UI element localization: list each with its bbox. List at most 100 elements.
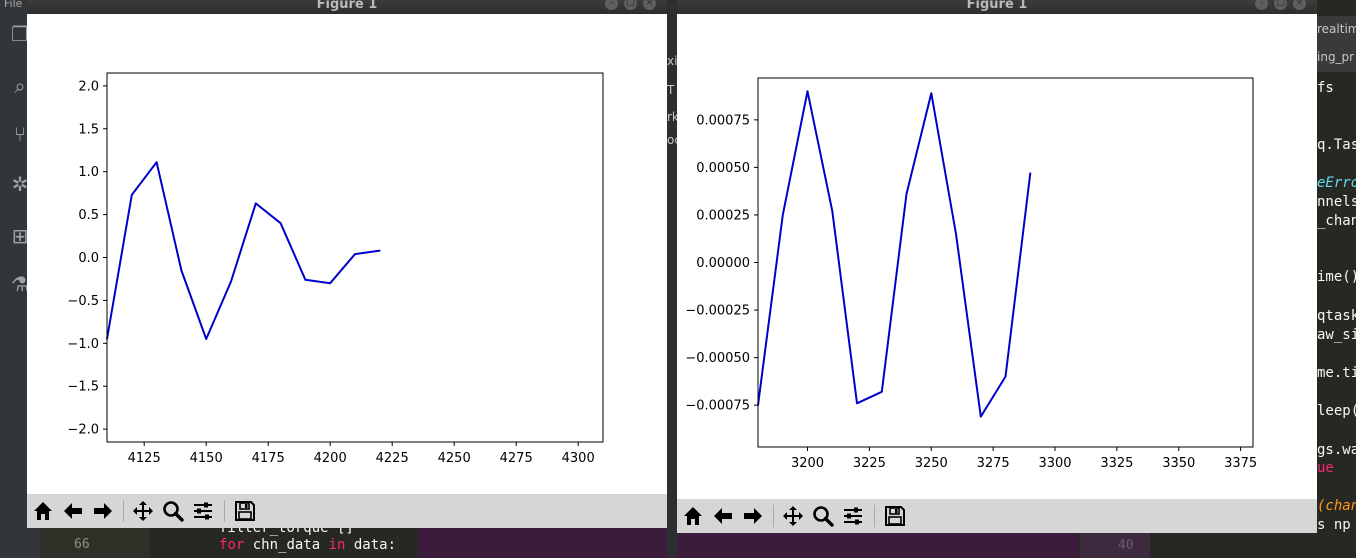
configure-subplots-icon[interactable] — [190, 498, 216, 524]
right-tab-label[interactable]: ing_pr — [1317, 50, 1354, 64]
window-title: Figure 1 — [966, 0, 1028, 12]
plot-canvas[interactable]: −0.00075 −0.00050 −0.00025 0.00000 0.00025 0.… — [677, 14, 1317, 499]
zoom-icon[interactable] — [810, 503, 836, 529]
forward-arrow-icon[interactable] — [740, 503, 766, 529]
back-arrow-icon[interactable] — [710, 503, 736, 529]
right-editor-pane[interactable]: realtim ing_pr fs q.Tas eErro nnels _cha… — [1317, 0, 1356, 558]
configure-subplots-icon[interactable] — [840, 503, 866, 529]
keyword-in: in — [328, 537, 346, 553]
line-chart[interactable]: −2.0 −1.5 −1.0 −0.5 0.0 0.5 1.0 1.5 2.0 4125 4150 4… — [27, 14, 667, 494]
x-tick-label: 3350 — [1162, 456, 1195, 471]
series-line — [757, 90, 1032, 418]
x-tick-label: 4125 — [128, 451, 161, 466]
y-tick-label: 0.00025 — [696, 208, 750, 223]
y-tick-label: 0.5 — [78, 208, 99, 223]
right-tab-strip: realtim ing_pr — [1317, 16, 1356, 72]
y-tick-label: 0.00075 — [696, 113, 750, 128]
pan-icon[interactable] — [130, 498, 156, 524]
y-tick-label: 2.0 — [78, 79, 99, 94]
right-code-line: ue — [1317, 460, 1334, 476]
code-line-for: for chn_data in data: — [219, 537, 396, 553]
back-arrow-icon[interactable] — [60, 498, 86, 524]
data-point — [354, 253, 356, 255]
home-icon[interactable] — [680, 503, 706, 529]
mid-fragment: xi — [667, 54, 678, 68]
x-tick-label: 4225 — [376, 451, 409, 466]
right-code-line: (chan — [1317, 498, 1356, 514]
series-line — [106, 161, 380, 340]
x-tick-label: 3375 — [1224, 456, 1257, 471]
data-point — [930, 92, 933, 95]
y-tick-label: −1.5 — [67, 380, 99, 395]
toolbar-separator — [874, 505, 875, 527]
data-point — [781, 214, 784, 216]
x-tick-label: 4250 — [438, 451, 471, 466]
x-tick-label: 3225 — [853, 456, 886, 471]
save-icon[interactable] — [232, 498, 258, 524]
x-tick-label: 3300 — [1038, 456, 1071, 471]
right-tab-label[interactable]: realtim — [1317, 22, 1356, 36]
right-code-line: nnels — [1317, 194, 1356, 210]
y-tick-label: 1.0 — [78, 165, 99, 180]
keyword-for: for — [219, 537, 245, 553]
mid-fragment: T — [667, 83, 675, 97]
y-tick-label: −0.00050 — [685, 351, 750, 366]
y-tick-label: 0.0 — [78, 251, 99, 266]
y-tick-label: −1.0 — [67, 337, 99, 352]
save-icon[interactable] — [882, 503, 908, 529]
x-tick-label: 3200 — [791, 456, 824, 471]
right-code-line: qtask — [1317, 308, 1356, 324]
data-point — [205, 338, 207, 340]
right-code-line: fs — [1317, 80, 1334, 96]
x-tick-label: 4150 — [190, 451, 223, 466]
data-point — [180, 269, 183, 272]
home-icon[interactable] — [30, 498, 56, 524]
data-point — [831, 210, 834, 212]
y-tick-label: 0.00000 — [696, 256, 750, 271]
data-point — [155, 161, 158, 164]
data-point — [279, 222, 282, 224]
right-code-line: s np — [1317, 517, 1351, 533]
window-title: Figure 1 — [316, 0, 378, 12]
y-tick-label: −0.00075 — [685, 399, 750, 414]
line-number: 66 — [74, 537, 90, 552]
right-code-line: aw_si — [1317, 327, 1356, 343]
axes-frame — [757, 77, 1254, 448]
data-point — [1029, 172, 1032, 174]
forward-arrow-icon[interactable] — [90, 498, 116, 524]
zoom-icon[interactable] — [160, 498, 186, 524]
data-point — [806, 90, 809, 93]
window-titlebar[interactable]: Figure 1 – □ × — [27, 0, 667, 14]
x-tick-label: 4200 — [314, 451, 347, 466]
navigation-toolbar — [677, 499, 1317, 533]
plot-canvas[interactable]: −2.0 −1.5 −1.0 −0.5 0.0 0.5 1.0 1.5 2.0 4125 4150 4… — [27, 14, 667, 494]
right-code-line: me.ti — [1317, 365, 1356, 381]
y-tick-label: 0.00050 — [696, 161, 750, 176]
toolbar-separator — [123, 500, 124, 522]
window-titlebar[interactable]: Figure 1 – □ × — [677, 0, 1317, 14]
data-point — [955, 233, 957, 235]
x-tick-label: 3325 — [1100, 456, 1133, 471]
pan-icon[interactable] — [780, 503, 806, 529]
data-point — [379, 249, 381, 252]
right-code-line: leep( — [1317, 403, 1356, 419]
figure-window-1[interactable]: Figure 1 – □ × −2.0 −1.5 −1.0 −0.5 0.0 0.5 1.0… — [27, 0, 667, 528]
data-point — [905, 193, 908, 195]
toolbar-separator — [773, 505, 774, 527]
x-tick-label: 4175 — [252, 451, 285, 466]
data-point — [979, 415, 982, 418]
y-tick-label: −0.5 — [67, 294, 99, 309]
data-point — [856, 402, 858, 405]
axes-frame — [106, 72, 604, 443]
y-tick-label: 1.5 — [78, 122, 99, 137]
right-code-line: eErro — [1317, 175, 1356, 191]
x-tick-label: 3250 — [915, 456, 948, 471]
figure-window-2[interactable]: Figure 1 – □ × −0.00075 −0.00050 −0.00025 0… — [677, 0, 1317, 533]
minimap-number: 40 — [1118, 538, 1134, 553]
code-variable: chn_data — [244, 537, 329, 553]
line-chart[interactable]: −0.00075 −0.00050 −0.00025 0.00000 0.00025 0.… — [677, 14, 1317, 499]
data-point — [304, 279, 307, 281]
line-gutter: 66 — [40, 528, 150, 558]
y-tick-label: −2.0 — [67, 423, 99, 438]
right-code-line: ime() — [1317, 269, 1356, 285]
